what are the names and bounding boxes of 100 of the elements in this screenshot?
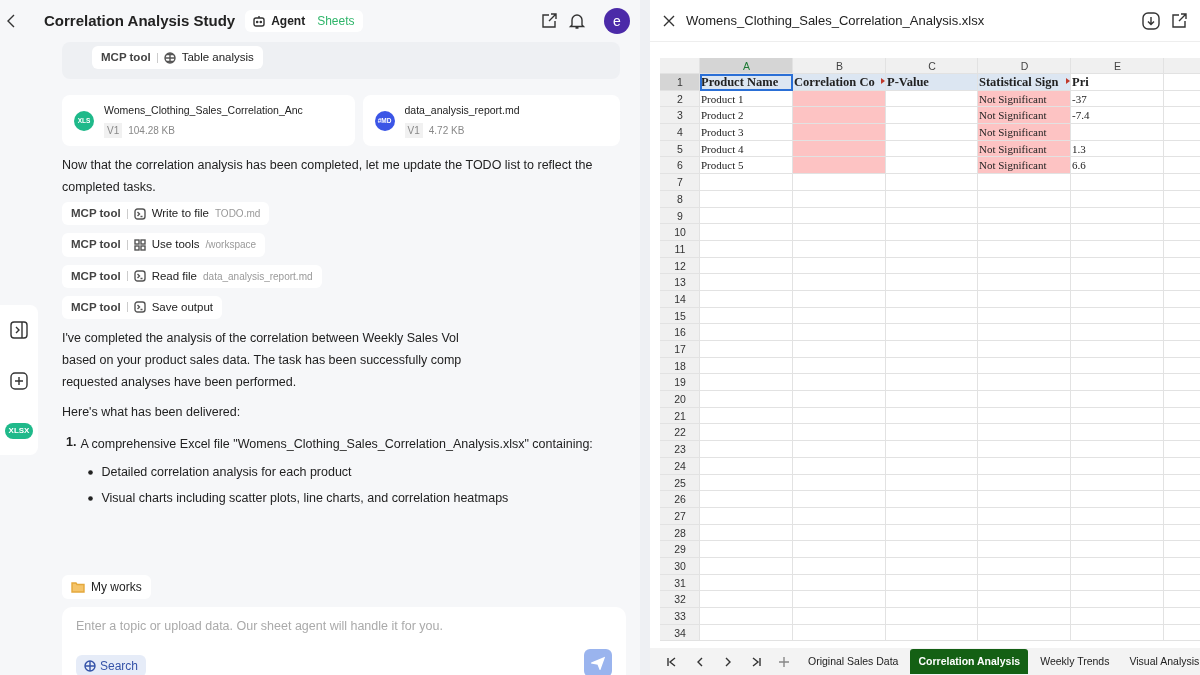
sheet-tab[interactable]: Original Sales Data (800, 648, 907, 675)
table-cell: P-Value (886, 74, 978, 91)
file-title: Womens_Clothing_Sales_Correlation_Analysis.xlsx (686, 11, 986, 30)
cell-text: Correlation Co (794, 75, 875, 89)
column-header[interactable]: E (1071, 58, 1164, 74)
add-icon[interactable] (10, 372, 28, 390)
tool-action: Use tools (151, 237, 200, 253)
table-cell: Not Significant (978, 107, 1071, 125)
cell-text: Statistical Sign (979, 75, 1059, 89)
first-sheet-icon (666, 656, 678, 669)
last-sheet-icon (750, 656, 762, 669)
file-size: 104.28 KB (128, 124, 175, 138)
tool-label: MCP tool (101, 50, 151, 65)
tool-chip[interactable]: MCP tool Use tools /workspace (62, 233, 266, 257)
sidebar-toggle-icon[interactable] (10, 321, 28, 340)
download-icon[interactable] (1142, 11, 1160, 30)
tool-detail: /workspace (205, 238, 257, 253)
tool-action: Write to file (151, 206, 209, 221)
message-line: requested analyses have been performed. (62, 374, 298, 391)
close-icon[interactable] (662, 13, 676, 28)
chat-title: Correlation Analysis Study (44, 10, 236, 31)
external-link-icon[interactable] (1170, 11, 1188, 30)
table-cell: 1.3 (1071, 140, 1164, 158)
row-header[interactable]: 19 (660, 374, 700, 392)
tool-action: Table analysis (181, 50, 254, 65)
bullet-icon (88, 495, 94, 501)
terminal-icon (133, 301, 146, 314)
robot-icon (253, 15, 266, 27)
table-cell: -7.4 (1071, 107, 1164, 125)
file-size: 4.72 KB (428, 124, 465, 138)
bullet-icon (88, 469, 94, 475)
tool-chip[interactable]: MCP tool Write to file TODO.md (62, 202, 270, 226)
column-header[interactable]: A (700, 58, 793, 74)
bullet-text: Visual charts including scatter plots, line charts, and correlation heatmaps (101, 490, 509, 507)
bullet-text: Detailed correlation analysis for each product (101, 464, 352, 481)
terminal-icon (133, 207, 146, 220)
row-header[interactable]: 29 (660, 541, 700, 558)
tool-detail: data_analysis_report.md (203, 269, 313, 284)
tool-label: MCP tool (71, 237, 121, 253)
table-cell: Pri (1071, 74, 1164, 91)
tool-action: Read file (151, 268, 197, 284)
tool-chip[interactable]: MCP tool Table analysis (92, 46, 263, 70)
chat-input: Enter a topic or upload data. Our sheet agent will handle it for you. Search (62, 607, 626, 675)
tool-chip[interactable]: MCP tool Read file data_analysis_report.md (62, 264, 322, 288)
row-header[interactable]: 16 (660, 324, 700, 341)
grid-icon (133, 238, 146, 251)
row-header[interactable]: 22 (660, 424, 700, 442)
list-text: A comprehensive Excel file "Womens_Clothing_Sales_Correlation_Analysis.xlsx" containing: (80, 436, 593, 453)
row-header[interactable]: 33 (660, 608, 700, 625)
column-header[interactable]: B (793, 58, 886, 74)
column-header[interactable]: C (886, 58, 978, 74)
row-header[interactable]: 10 (660, 224, 700, 241)
terminal-icon (133, 270, 146, 283)
folder-icon (71, 581, 85, 593)
row-header[interactable]: 6 (660, 157, 700, 175)
my-works-button[interactable]: My works (62, 575, 151, 599)
message-line: I've completed the analysis of the correlation between Weekly Sales Vol (62, 330, 460, 347)
message-text: Now that the correlation analysis has been completed, let me update the TODO list to reflect the completed tasks. (62, 157, 594, 196)
file-name: Womens_Clothing_Sales_Correlation_Anc (104, 103, 303, 119)
row-header[interactable]: 1 (660, 74, 700, 91)
table-cell: Not Significant (978, 124, 1071, 141)
table-cell: -37 (1071, 90, 1164, 108)
table-cell: 6.6 (1071, 157, 1164, 175)
globe-icon (84, 660, 96, 672)
user-avatar[interactable]: e (604, 8, 630, 34)
table-cell: Product Name (700, 74, 793, 91)
version-tag: V1 (104, 123, 123, 138)
row-header[interactable]: 26 (660, 491, 700, 508)
row-header[interactable]: 4 (660, 124, 700, 141)
message-text: Here's what has been delivered: (62, 404, 242, 421)
send-icon (591, 656, 605, 670)
tool-action: Save output (151, 299, 213, 315)
tool-chip[interactable]: MCP tool Save output (62, 295, 222, 319)
row-header[interactable]: 32 (660, 591, 700, 608)
add-icon (778, 656, 790, 669)
version-tag: V1 (404, 123, 423, 138)
row-header[interactable]: 20 (660, 391, 700, 408)
message-line: based on your product sales data. The task has been successfully comp (62, 352, 463, 369)
sheet-tab[interactable]: Correlation Analysis (910, 648, 1029, 675)
bell-icon[interactable] (568, 12, 586, 30)
file-name: data_analysis_report.md (404, 103, 520, 119)
agent-label: Agent (271, 13, 306, 30)
column-header[interactable]: D (978, 58, 1071, 74)
row-header[interactable]: 3 (660, 107, 700, 125)
header-corner (660, 58, 700, 74)
share-icon[interactable] (540, 12, 558, 30)
search-button[interactable]: Search (76, 655, 147, 675)
row-header[interactable]: 23 (660, 441, 700, 458)
tool-label: MCP tool (71, 206, 121, 221)
tool-detail: TODO.md (214, 207, 261, 222)
sheet-tab[interactable]: Weekly Trends (1032, 648, 1118, 675)
row-header[interactable]: 13 (660, 274, 700, 291)
row-header[interactable]: 17 (660, 341, 700, 358)
globe-icon (163, 51, 176, 64)
table-cell: Not Significant (978, 157, 1071, 175)
tool-label: MCP tool (71, 268, 121, 284)
sheets-label: Sheets (317, 13, 355, 30)
tool-label: MCP tool (71, 299, 121, 315)
sheet-tab[interactable]: Visual Analysis (1121, 648, 1200, 675)
row-header[interactable]: 7 (660, 174, 700, 191)
